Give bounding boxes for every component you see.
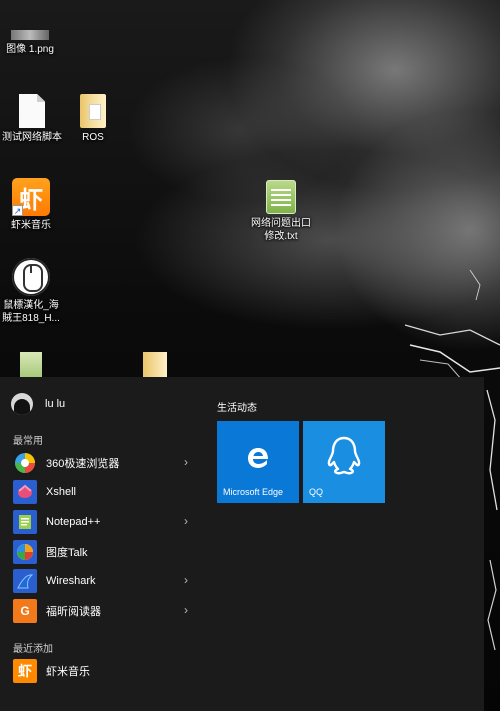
user-account-button[interactable]: lu lu [11, 393, 65, 415]
desktop-icon-xiami-music[interactable]: 虾 ↗ 虾米音乐 [0, 178, 69, 232]
desktop-icon-ros-folder[interactable]: ROS [55, 94, 131, 144]
foxit-reader-icon: G [13, 598, 37, 623]
start-menu: lu lu 最常用 360极速浏览器 › Xshell Notepad++ › … [0, 377, 484, 711]
tile-qq[interactable]: QQ [303, 421, 385, 503]
tile-microsoft-edge[interactable]: Microsoft Edge [217, 421, 299, 503]
chevron-right-icon[interactable]: › [184, 515, 188, 527]
document-file-icon [19, 94, 45, 128]
xshell-icon [13, 480, 37, 505]
shortcut-arrow-icon: ↗ [12, 205, 23, 216]
app-list: 360极速浏览器 › Xshell Notepad++ › 图度Talk Wir… [0, 448, 200, 626]
partial-folder-icon [143, 352, 167, 377]
desktop-icon-mouse-app[interactable]: 鼠標漢化_海 賊王818_H... [0, 258, 69, 325]
desktop-icon-label: 鼠標漢化_海 賊王818_H... [2, 300, 60, 324]
tile-label: QQ [309, 487, 324, 497]
app-item-wireshark[interactable]: Wireshark › [0, 566, 200, 596]
image-file-icon [11, 30, 49, 40]
app-item-360-browser[interactable]: 360极速浏览器 › [0, 448, 200, 478]
app-label: 虾米音乐 [46, 665, 90, 678]
desktop-icon-image-file[interactable]: 图像 1.png [0, 30, 68, 56]
desktop-icon-label: 测试网络脚本 [2, 132, 62, 143]
app-item-xiami-music[interactable]: 虾 虾米音乐 [0, 656, 200, 686]
desktop-icon-label: ROS [82, 132, 104, 143]
chevron-right-icon[interactable]: › [184, 456, 188, 468]
desktop-icon-label: 图像 1.png [6, 44, 54, 55]
app-label: 福昕阅读器 [46, 605, 101, 618]
app-label: Notepad++ [46, 515, 101, 528]
desktop-icon-label: 网络问题出口 修改.txt [251, 218, 311, 242]
chevron-right-icon[interactable]: › [184, 604, 188, 616]
app-label: Wireshark [46, 575, 96, 588]
qq-penguin-icon [327, 436, 361, 475]
app-item-notepad-plus[interactable]: Notepad++ › [0, 507, 200, 537]
app-item-foxit-reader[interactable]: G 福昕阅读器 › [0, 596, 200, 626]
browser-360-icon [13, 450, 37, 475]
tiles-group-heading: 生活动态 [217, 403, 257, 414]
avatar [11, 393, 33, 415]
desktop-icon-label: 虾米音乐 [11, 220, 51, 231]
text-file-icon [266, 180, 296, 214]
tudu-talk-icon [13, 539, 37, 564]
mouse-app-icon [12, 258, 50, 296]
app-label: 图度Talk [46, 546, 88, 559]
edge-icon [248, 448, 268, 468]
notepad-plus-icon [13, 509, 37, 534]
wireshark-icon [13, 569, 37, 594]
xiami-music-icon: 虾 [13, 658, 37, 683]
partial-desktop-icon [20, 352, 42, 377]
app-label: Xshell [46, 486, 76, 499]
recently-added-heading: 最近添加 [13, 644, 53, 655]
user-name: lu lu [45, 398, 66, 410]
app-item-tudu-talk[interactable]: 图度Talk [0, 537, 200, 567]
tile-label: Microsoft Edge [223, 487, 284, 497]
app-item-xshell[interactable]: Xshell [0, 478, 200, 508]
most-used-heading: 最常用 [13, 436, 43, 447]
folder-icon [80, 94, 106, 128]
desktop-icon-network-txt[interactable]: 网络问题出口 修改.txt [243, 180, 319, 243]
app-label: 360极速浏览器 [46, 457, 120, 470]
chevron-right-icon[interactable]: › [184, 574, 188, 586]
